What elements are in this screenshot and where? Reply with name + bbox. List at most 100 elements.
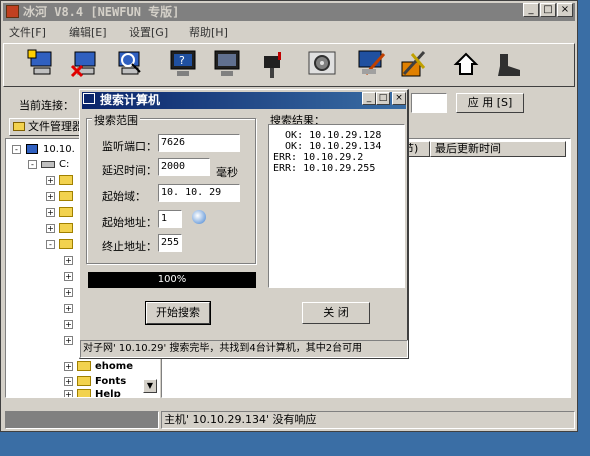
delay-input[interactable]: 2000 <box>158 158 210 176</box>
dialog-close-button[interactable]: × <box>392 92 406 105</box>
end-address-label: 终止地址： <box>102 240 157 253</box>
start-domain-input[interactable]: 10. 10. 29 <box>158 184 240 202</box>
search-progress-bar: 100% <box>88 272 256 288</box>
dialog-title-bar: 搜索计算机 <box>82 92 406 109</box>
result-row[interactable]: ERR: 10.10.29.2 <box>269 152 404 163</box>
dialog-title: 搜索计算机 <box>100 93 161 107</box>
tree-item-ehome[interactable]: + ehome <box>64 361 133 372</box>
listen-port-input[interactable]: 7626 <box>158 134 240 152</box>
tree-folder[interactable]: + <box>64 303 77 314</box>
folder-icon <box>13 122 25 131</box>
menu-bar: 文件[F] 编辑[E] 设置[G] 帮助[H] <box>3 22 575 40</box>
folder-icon <box>59 191 73 201</box>
connection-label: 当前连接： <box>19 99 74 112</box>
tree-item-label: Fonts <box>95 376 127 387</box>
main-title-bar: 冰河 V8.4 [NEWFUN 专版] <box>3 3 575 21</box>
menu-file[interactable]: 文件[F] <box>9 24 46 40</box>
start-address-label: 起始地址： <box>102 216 157 229</box>
app-icon <box>6 5 19 18</box>
folder-icon <box>77 376 91 386</box>
dialog-maximize-button[interactable]: □ <box>376 92 390 105</box>
tree-item-fonts[interactable]: + Fonts <box>64 376 126 387</box>
tree-folder[interactable]: + <box>46 207 77 218</box>
delay-unit: 毫秒 <box>216 166 238 179</box>
tree-folder[interactable]: + <box>64 319 77 330</box>
tree-folder[interactable]: + <box>64 335 77 346</box>
tree-folder[interactable]: + <box>64 255 77 266</box>
close-label: 关 闭 <box>323 306 349 319</box>
home-icon[interactable] <box>450 48 482 80</box>
folder-icon <box>77 389 91 397</box>
computer-remove-icon[interactable] <box>70 48 102 80</box>
result-row[interactable]: OK: 10.10.29.134 <box>269 141 404 152</box>
tree-folder[interactable]: + <box>46 191 77 202</box>
tree-item-label: ehome <box>95 361 133 372</box>
folder-icon <box>77 361 91 371</box>
search-dialog: 搜索计算机 _ □ × 搜索范围 监听端口： 7626 延迟时间： 2000 毫… <box>79 89 409 359</box>
tree-root-label: 10.10. <box>43 144 75 155</box>
tree-folder[interactable]: + <box>64 287 77 298</box>
dialog-close-action-button[interactable]: 关 闭 <box>302 302 370 324</box>
svg-text:?: ? <box>179 54 185 67</box>
monitor-capture-icon[interactable] <box>211 48 243 80</box>
apply-button[interactable]: 应 用 [S] <box>456 93 524 113</box>
tree-root[interactable]: - 10.10. <box>12 144 75 155</box>
search-range-label: 搜索范围 <box>92 112 140 128</box>
maximize-button[interactable]: □ <box>540 3 556 17</box>
draw-edit-icon[interactable] <box>356 48 388 80</box>
column-header-modified[interactable]: 最后更新时间 <box>430 141 566 157</box>
result-row[interactable]: ERR: 10.10.29.255 <box>269 163 404 174</box>
minimize-button[interactable]: _ <box>523 3 539 17</box>
start-address-input[interactable]: 1 <box>158 210 182 228</box>
computer-search-icon[interactable] <box>114 48 146 80</box>
toolbar: ? <box>3 43 575 87</box>
dialog-minimize-button[interactable]: _ <box>362 92 376 105</box>
globe-icon[interactable] <box>192 210 206 224</box>
search-result-list[interactable]: OK: 10.10.29.128 OK: 10.10.29.134 ERR: 1… <box>268 124 405 288</box>
delay-label: 延迟时间： <box>102 164 157 177</box>
tools-icon[interactable] <box>398 48 430 80</box>
app-title: 冰河 V8.4 [NEWFUN 专版] <box>23 5 180 19</box>
end-address-input[interactable]: 255 <box>158 234 182 252</box>
menu-help[interactable]: 帮助[H] <box>189 24 228 40</box>
folder-icon <box>59 239 73 249</box>
tab-file-manager[interactable]: 文件管理器 <box>9 118 84 136</box>
boot-icon[interactable] <box>492 48 524 80</box>
drive-icon <box>41 160 55 168</box>
connection-input[interactable] <box>411 93 447 113</box>
tree-drive[interactable]: - C: <box>28 159 69 170</box>
tree-folder[interactable]: - <box>46 239 77 250</box>
dialog-status-bar: 对子网' 10.10.29' 搜索完毕，共找到4台计算机，其中2台可用 <box>80 340 408 358</box>
settings-gear-icon[interactable] <box>306 48 338 80</box>
scroll-down-button[interactable]: ▼ <box>143 379 157 393</box>
result-row[interactable]: OK: 10.10.29.128 <box>269 130 404 141</box>
tree-item-label: Help <box>95 389 121 397</box>
menu-edit[interactable]: 编辑[E] <box>69 24 107 40</box>
progress-text: 100% <box>157 274 187 285</box>
computer-icon <box>26 144 38 154</box>
folder-icon <box>59 223 73 233</box>
tree-item-help[interactable]: + Help <box>64 389 121 397</box>
status-progress <box>5 411 159 429</box>
collapse-icon[interactable]: - <box>28 159 37 169</box>
start-domain-label: 起始域： <box>102 190 146 203</box>
folder-icon <box>59 207 73 217</box>
start-search-label: 开始搜索 <box>156 306 200 319</box>
folder-icon <box>59 175 73 185</box>
dialog-window-icon <box>83 93 95 104</box>
start-search-button[interactable]: 开始搜索 <box>145 301 211 325</box>
close-button[interactable]: × <box>557 3 573 17</box>
status-text: 主机' 10.10.29.134' 没有响应 <box>161 411 575 429</box>
tree-drive-label: C: <box>59 159 70 170</box>
tree-folder[interactable]: + <box>64 271 77 282</box>
monitor-help-icon[interactable]: ? <box>167 48 199 80</box>
tree-folder[interactable]: + <box>46 175 77 186</box>
collapse-icon[interactable]: - <box>12 144 21 154</box>
mailbox-icon[interactable] <box>256 48 288 80</box>
menu-settings[interactable]: 设置[G] <box>129 24 168 40</box>
listen-port-label: 监听端口： <box>102 140 157 153</box>
status-bar: 主机' 10.10.29.134' 没有响应 <box>5 411 575 429</box>
tab-file-manager-label: 文件管理器 <box>28 120 83 133</box>
computer-add-icon[interactable] <box>26 48 58 80</box>
tree-folder[interactable]: + <box>46 223 77 234</box>
